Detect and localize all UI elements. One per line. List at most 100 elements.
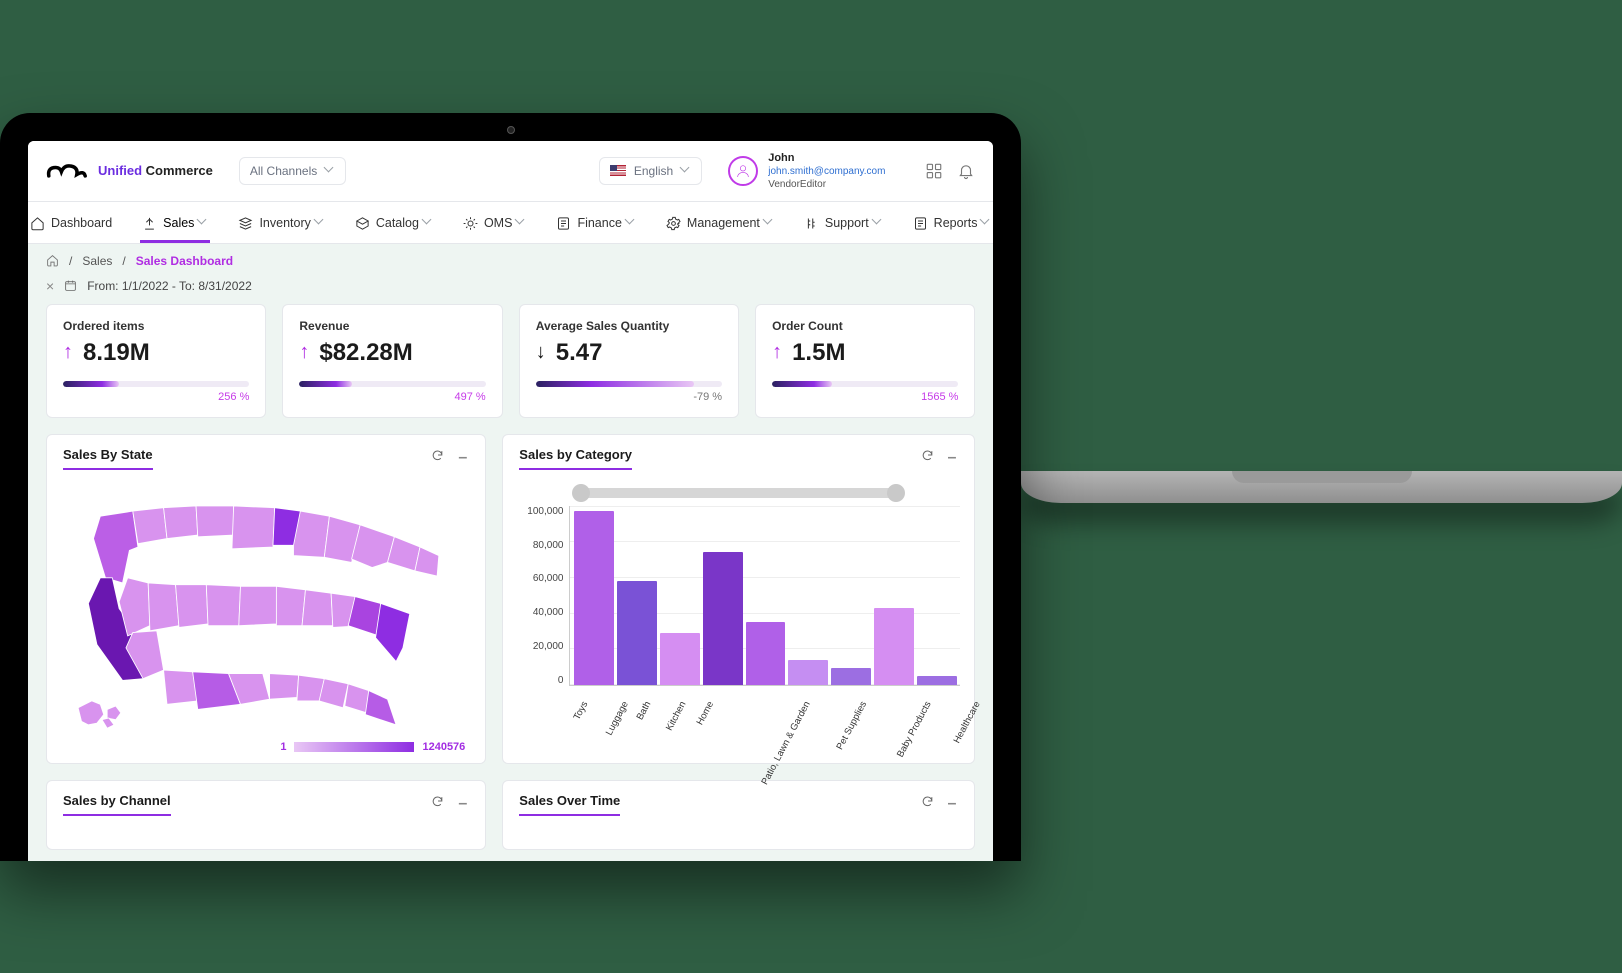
chevron-down-icon bbox=[516, 218, 526, 228]
user-email: john.smith@company.com bbox=[768, 165, 885, 178]
kpi-value: ↑1.5M bbox=[772, 339, 958, 367]
channel-dropdown[interactable]: All Channels bbox=[239, 157, 346, 185]
user-block[interactable]: John john.smith@company.com VendorEditor bbox=[728, 151, 885, 191]
apps-icon[interactable] bbox=[925, 162, 943, 180]
kpi-card-3: Order Count↑1.5M1565 % bbox=[755, 304, 975, 418]
legend-max: 1240576 bbox=[422, 741, 465, 753]
date-range-text: From: 1/1/2022 - To: 8/31/2022 bbox=[87, 279, 252, 293]
panel-sales-by-channel: Sales by Channel – bbox=[46, 780, 486, 850]
chevron-down-icon bbox=[764, 218, 774, 228]
nav-support[interactable]: Support bbox=[802, 212, 885, 235]
language-dropdown[interactable]: English bbox=[599, 157, 702, 185]
legend-gradient bbox=[294, 742, 414, 752]
bar-luggage[interactable] bbox=[617, 581, 657, 685]
bar-pet-supplies[interactable] bbox=[831, 668, 871, 685]
bar-baby-products[interactable] bbox=[874, 608, 914, 685]
kpi-label: Average Sales Quantity bbox=[536, 319, 722, 333]
nav-inventory[interactable]: Inventory bbox=[236, 212, 326, 235]
laptop-base bbox=[1021, 471, 1622, 503]
breadcrumb: / Sales / Sales Dashboard bbox=[28, 244, 993, 278]
nav-dashboard[interactable]: Dashboard bbox=[28, 212, 114, 235]
kpi-label: Revenue bbox=[299, 319, 485, 333]
kpi-card-2: Average Sales Quantity↓5.47-79 % bbox=[519, 304, 739, 418]
panel-sales-by-category: Sales by Category – 100,00080,00060,0004… bbox=[502, 434, 975, 764]
avatar bbox=[728, 156, 758, 186]
user-info: John john.smith@company.com VendorEditor bbox=[768, 151, 885, 191]
clear-filter-icon[interactable] bbox=[46, 278, 54, 294]
nav-reports[interactable]: Reports bbox=[911, 212, 994, 235]
chart-range-slider[interactable] bbox=[581, 488, 896, 498]
nav-catalog[interactable]: Catalog bbox=[353, 212, 435, 235]
panel-title: Sales by Category bbox=[519, 447, 632, 470]
breadcrumb-sales[interactable]: Sales bbox=[82, 254, 112, 268]
bar-kitchen[interactable] bbox=[703, 552, 743, 684]
refresh-icon[interactable] bbox=[921, 449, 934, 462]
chevron-down-icon bbox=[423, 218, 433, 228]
panel-sales-by-state: Sales By State – bbox=[46, 434, 486, 764]
nav-management[interactable]: Management bbox=[664, 212, 776, 235]
calendar-icon[interactable] bbox=[64, 279, 77, 292]
nav-finance[interactable]: Finance bbox=[554, 212, 637, 235]
main-nav: Dashboard Sales Inventory Catalog OMS Finance… bbox=[28, 202, 993, 244]
collapse-icon[interactable]: – bbox=[458, 795, 469, 813]
us-map bbox=[61, 482, 471, 742]
date-filter-row: From: 1/1/2022 - To: 8/31/2022 bbox=[28, 278, 993, 304]
panel-title: Sales Over Time bbox=[519, 793, 620, 816]
user-role: VendorEditor bbox=[768, 178, 885, 191]
chevron-down-icon bbox=[681, 166, 691, 176]
refresh-icon[interactable] bbox=[431, 449, 444, 462]
kpi-card-0: Ordered items ↑8.19M 256 % bbox=[46, 304, 266, 418]
kpi-value: ↑8.19M bbox=[63, 339, 249, 367]
refresh-icon[interactable] bbox=[431, 795, 444, 808]
kpi-pct: -79 % bbox=[536, 391, 722, 403]
kpi-progress bbox=[536, 381, 722, 387]
nav-oms[interactable]: OMS bbox=[461, 212, 528, 235]
panel-grid: Sales By State – bbox=[28, 418, 993, 850]
user-icon bbox=[735, 163, 751, 179]
chart-xaxis: ToysLuggageBathKitchenHomePatio, Lawn & … bbox=[517, 686, 960, 701]
chart-yaxis: 100,00080,00060,00040,00020,0000 bbox=[527, 506, 569, 686]
chevron-down-icon bbox=[873, 218, 883, 228]
chevron-down-icon bbox=[981, 218, 991, 228]
category-bar-chart: 100,00080,00060,00040,00020,0000 bbox=[517, 506, 960, 686]
brand-logo[interactable]: Unified Commerce bbox=[46, 160, 213, 182]
collapse-icon[interactable]: – bbox=[458, 449, 469, 467]
camera-dot bbox=[507, 126, 515, 134]
chevron-down-icon bbox=[626, 218, 636, 228]
logo-icon bbox=[46, 160, 88, 182]
chevron-down-icon bbox=[198, 218, 208, 228]
content-area: / Sales / Sales Dashboard From: 1/1/2022… bbox=[28, 244, 993, 861]
bar-bath[interactable] bbox=[660, 633, 700, 685]
kpi-pct: 256 % bbox=[63, 391, 249, 403]
kpi-progress bbox=[772, 381, 958, 387]
kpi-pct: 1565 % bbox=[772, 391, 958, 403]
kpi-value: ↑$82.28M bbox=[299, 339, 485, 367]
breadcrumb-active: Sales Dashboard bbox=[136, 254, 233, 268]
bell-icon[interactable] bbox=[957, 162, 975, 180]
bar-patio-lawn-garden[interactable] bbox=[788, 660, 828, 685]
map-legend: 1 1240576 bbox=[280, 741, 465, 753]
nav-sales[interactable]: Sales bbox=[140, 212, 210, 235]
bar-healthcare[interactable] bbox=[917, 676, 957, 685]
us-flag-icon bbox=[610, 165, 626, 176]
brand-text: Unified Commerce bbox=[98, 163, 213, 178]
kpi-progress bbox=[63, 381, 249, 387]
home-icon[interactable] bbox=[46, 254, 59, 267]
language-label: English bbox=[634, 164, 673, 178]
kpi-progress bbox=[299, 381, 485, 387]
top-bar: Unified Commerce All Channels English Jo… bbox=[28, 141, 993, 202]
refresh-icon[interactable] bbox=[921, 795, 934, 808]
panel-sales-over-time: Sales Over Time – bbox=[502, 780, 975, 850]
collapse-icon[interactable]: – bbox=[948, 795, 959, 813]
screen: Unified Commerce All Channels English Jo… bbox=[28, 141, 993, 861]
chevron-down-icon bbox=[315, 218, 325, 228]
bar-toys[interactable] bbox=[574, 511, 614, 685]
collapse-icon[interactable]: – bbox=[948, 449, 959, 467]
user-name: John bbox=[768, 151, 885, 165]
laptop-frame: Unified Commerce All Channels English Jo… bbox=[0, 113, 1021, 861]
kpi-label: Ordered items bbox=[63, 319, 249, 333]
chevron-down-icon bbox=[325, 166, 335, 176]
bar-home[interactable] bbox=[746, 622, 786, 685]
panel-title: Sales By State bbox=[63, 447, 153, 470]
channel-dropdown-label: All Channels bbox=[250, 164, 317, 178]
